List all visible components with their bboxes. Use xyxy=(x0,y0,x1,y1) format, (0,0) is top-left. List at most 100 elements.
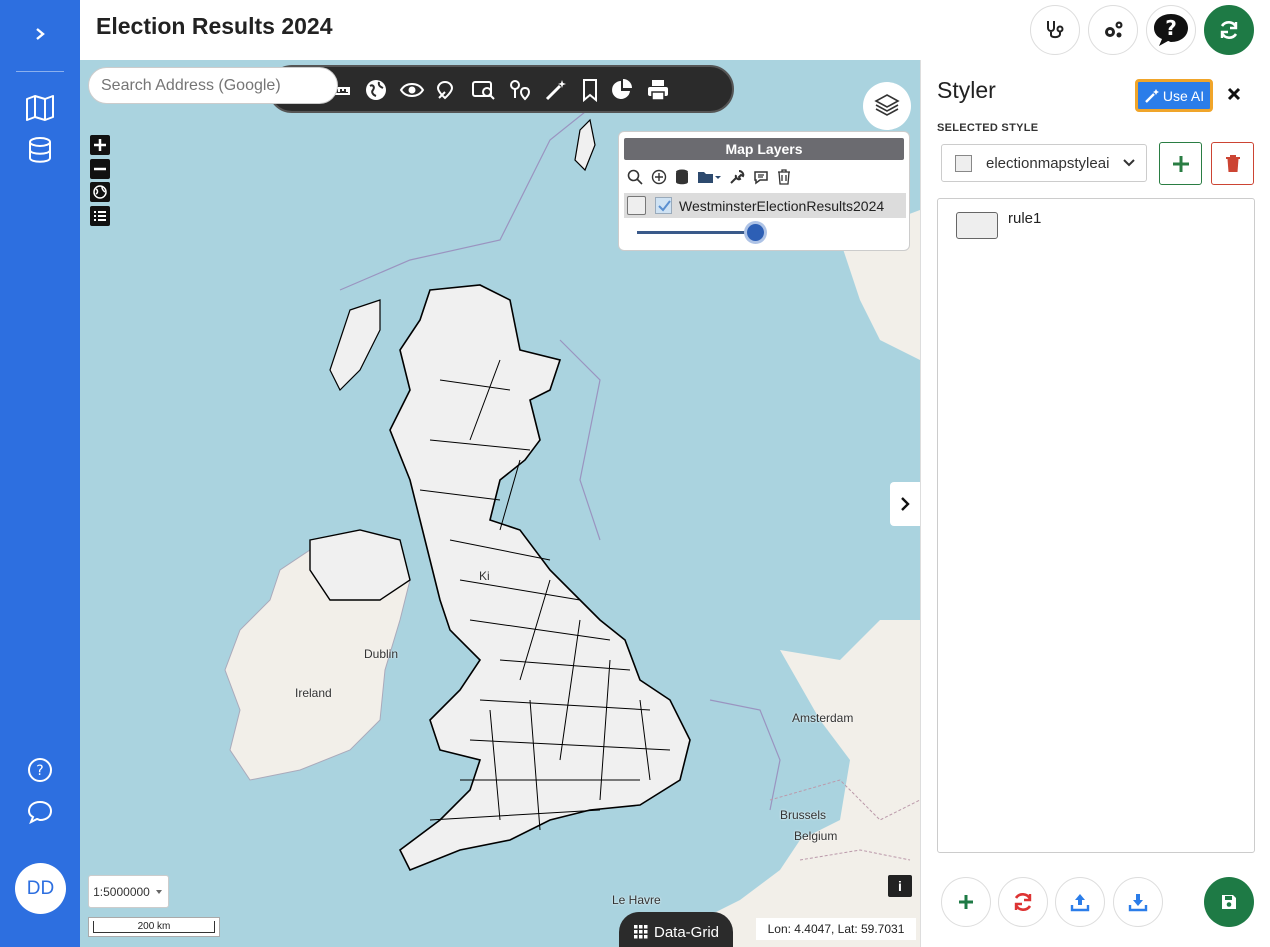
plus-icon xyxy=(959,895,973,909)
close-icon xyxy=(1227,87,1241,101)
add-style-button[interactable] xyxy=(1159,142,1202,185)
map-pin-edit-icon[interactable] xyxy=(434,76,462,104)
refresh-icon xyxy=(1220,21,1238,39)
layer-select-checkbox[interactable] xyxy=(627,196,646,215)
place-label-le-havre: Le Havre xyxy=(612,893,661,907)
search-icon[interactable] xyxy=(627,169,643,185)
opacity-slider-handle[interactable] xyxy=(747,224,764,241)
add-circle-icon[interactable] xyxy=(651,169,667,185)
place-label-brussels: Brussels xyxy=(780,808,827,822)
styler-panel: Styler Use AI SELECTED STYLE electionmap… xyxy=(920,60,1270,947)
scale-selector[interactable]: 1:5000000 xyxy=(88,875,169,908)
layer-opacity-slider[interactable] xyxy=(637,231,757,234)
grid-icon xyxy=(633,925,648,939)
sidebar-chat-button[interactable] xyxy=(0,792,80,832)
list-item[interactable]: rule1 xyxy=(956,210,1042,239)
user-avatar[interactable]: DD xyxy=(15,863,66,914)
zoom-in-button[interactable] xyxy=(90,135,110,155)
chevron-right-icon xyxy=(36,28,45,40)
map-icon xyxy=(26,95,54,121)
delete-style-button[interactable] xyxy=(1211,142,1254,185)
pie-chart-icon[interactable] xyxy=(608,76,636,104)
map-view[interactable]: Dublin Ireland Amsterdam Brussels Belgiu… xyxy=(80,60,920,947)
expand-sidebar-button[interactable] xyxy=(0,14,80,54)
diagnostics-button[interactable] xyxy=(1030,5,1080,55)
top-bar: Election Results 2024 ? xyxy=(80,0,1270,60)
cursor-coordinates: Lon: 4.4047, Lat: 59.7031 xyxy=(756,918,916,940)
trash-icon xyxy=(1225,154,1240,172)
chevron-right-icon xyxy=(901,497,910,511)
map-layers-panel: Map Layers WestminsterElectionResults202… xyxy=(618,131,910,251)
checkmark-icon xyxy=(658,200,671,212)
collapse-panel-button[interactable] xyxy=(890,482,920,526)
upload-style-button[interactable] xyxy=(1055,877,1105,927)
comment-icon[interactable] xyxy=(753,169,769,185)
use-ai-label: Use AI xyxy=(1162,87,1205,104)
print-icon[interactable] xyxy=(644,76,672,104)
download-icon xyxy=(1128,894,1148,912)
close-button[interactable] xyxy=(1227,84,1241,107)
scale-bar-label: 200 km xyxy=(137,921,171,932)
stethoscope-icon xyxy=(1047,21,1064,39)
sidebar-divider xyxy=(16,71,64,72)
route-pins-icon[interactable] xyxy=(506,76,534,104)
magic-wand-icon[interactable] xyxy=(542,76,570,104)
reset-rules-button[interactable] xyxy=(998,877,1048,927)
plus-icon xyxy=(1172,155,1189,172)
legend-toggle-button[interactable] xyxy=(90,206,110,226)
save-style-button[interactable] xyxy=(1204,877,1254,927)
settings-button[interactable] xyxy=(1088,5,1138,55)
zoom-extent-button[interactable] xyxy=(90,182,110,202)
wrench-icon[interactable] xyxy=(729,169,745,185)
address-search-input[interactable] xyxy=(88,67,338,104)
eye-icon[interactable] xyxy=(398,76,426,104)
place-label-belgium: Belgium xyxy=(794,829,838,843)
bookmark-icon[interactable] xyxy=(576,76,604,104)
svg-text:?: ? xyxy=(36,763,43,779)
sidebar-help-button[interactable]: ? xyxy=(0,750,80,790)
help-circle-icon: ? xyxy=(28,758,52,782)
chat-bubble-icon xyxy=(27,800,53,825)
place-label-dublin: Dublin xyxy=(364,647,399,661)
question-bubble-icon: ? xyxy=(1154,14,1188,46)
attribution-info-button[interactable]: i xyxy=(888,875,912,897)
data-grid-button[interactable]: Data-Grid xyxy=(619,912,733,947)
layer-visibility-checkbox[interactable] xyxy=(655,197,672,214)
trash-icon[interactable] xyxy=(777,169,791,185)
place-label-fragment: Ki xyxy=(479,569,490,583)
caret-down-icon xyxy=(155,889,162,894)
data-grid-label: Data-Grid xyxy=(653,923,720,941)
list-icon xyxy=(94,211,106,221)
layer-name: WestminsterElectionResults2024 xyxy=(679,197,885,214)
database-icon[interactable] xyxy=(675,169,689,185)
layer-row[interactable]: WestminsterElectionResults2024 xyxy=(624,193,906,218)
place-label-ireland: Ireland xyxy=(295,686,332,700)
left-sidebar: ? DD xyxy=(0,0,80,947)
layers-toggle-button[interactable] xyxy=(863,82,911,130)
add-rule-button[interactable] xyxy=(941,877,991,927)
svg-text:?: ? xyxy=(1165,16,1177,40)
chevron-down-icon xyxy=(1123,159,1135,167)
use-ai-button[interactable]: Use AI xyxy=(1135,79,1213,112)
help-button[interactable]: ? xyxy=(1146,5,1196,55)
folder-dropdown-icon[interactable] xyxy=(697,169,721,185)
style-selector[interactable]: electionmapstyleai xyxy=(941,144,1147,182)
rule-swatch[interactable] xyxy=(956,212,998,239)
download-style-button[interactable] xyxy=(1113,877,1163,927)
page-title: Election Results 2024 xyxy=(96,13,333,39)
layer-tools xyxy=(627,167,791,187)
scale-value: 1:5000000 xyxy=(93,884,150,899)
style-swatch xyxy=(955,154,972,172)
globe-search-icon[interactable] xyxy=(362,76,390,104)
sidebar-item-data[interactable] xyxy=(0,130,80,170)
sidebar-item-maps[interactable] xyxy=(0,88,80,128)
globe-icon xyxy=(93,185,107,199)
layers-icon xyxy=(874,94,900,116)
rule-name: rule1 xyxy=(1008,210,1042,227)
zoom-out-button[interactable] xyxy=(90,159,110,179)
rules-list: rule1 xyxy=(937,198,1255,853)
gears-icon xyxy=(1105,21,1123,38)
selected-style-label: SELECTED STYLE xyxy=(937,122,1039,134)
search-map-icon[interactable] xyxy=(470,76,498,104)
refresh-button[interactable] xyxy=(1204,5,1254,55)
